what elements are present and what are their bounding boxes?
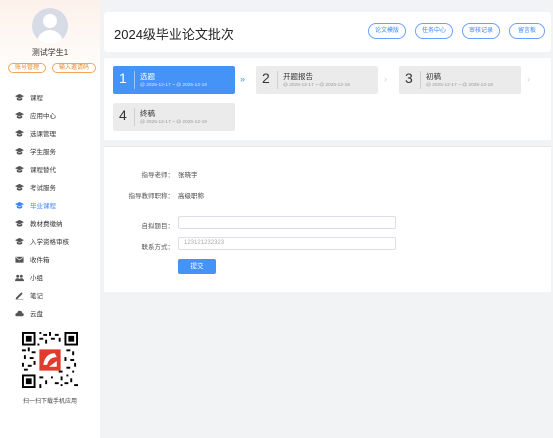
progress-steps: 1 选题 @ 2025-12-17 ~ @ 2025-12-19 » 2 开题报… — [104, 58, 551, 140]
sidebar-item-label: 毕业课程 — [30, 203, 56, 210]
review-records-button[interactable]: 审核记录 — [462, 23, 500, 39]
step-number: 4 — [119, 107, 127, 123]
task-center-button[interactable]: 任务中心 — [415, 23, 453, 39]
sidebar-item-textbook-fee[interactable]: 教材费缴纳 — [0, 214, 100, 232]
submit-button[interactable]: 提交 — [178, 259, 216, 274]
topic-label: 自拟题目： — [141, 223, 175, 230]
sidebar-item-label: 课程替代 — [30, 167, 56, 174]
sidebar-item-label: 学生服务 — [30, 149, 56, 156]
graduation-cap-icon — [15, 93, 24, 102]
sidebar-item-graduation-course[interactable]: 毕业课程 — [0, 196, 100, 214]
sidebar-item-label: 收件箱 — [30, 257, 50, 264]
inbox-icon — [15, 255, 24, 264]
step-date: @ 2025-12-17 ~ @ 2025-12-19 — [426, 83, 493, 88]
graduation-cap-icon — [15, 237, 24, 246]
graduation-cap-icon — [15, 201, 24, 210]
sidebar-item-label: 笔记 — [30, 293, 43, 300]
account-management-button[interactable]: 账号管理 — [8, 63, 46, 73]
invite-code-button[interactable]: 输入邀请码 — [52, 63, 96, 73]
step-date: @ 2025-12-17 ~ @ 2025-12-19 — [140, 120, 207, 125]
sidebar-item-exam-service[interactable]: 考试服务 — [0, 178, 100, 196]
qr-caption: 扫一扫下载手机应用 — [22, 399, 77, 405]
sidebar-item-cloud[interactable]: 云盘 — [0, 304, 100, 322]
graduation-cap-icon — [15, 129, 24, 138]
advisor-label: 指导老师： — [141, 172, 175, 179]
sidebar-item-label: 入学资格审核 — [30, 239, 69, 246]
sidebar-item-course[interactable]: 课程 — [0, 88, 100, 106]
step-final-draft[interactable]: 4 终稿 @ 2025-12-17 ~ @ 2025-12-19 — [113, 103, 235, 131]
advisor-value: 张晓宇 — [178, 172, 198, 179]
step-name: 开题报告 — [283, 72, 313, 81]
step-number: 3 — [405, 70, 413, 86]
contact-label: 联系方式： — [141, 244, 175, 251]
chevron-right-icon: › — [527, 74, 530, 84]
sidebar-item-label: 选课管理 — [30, 131, 56, 138]
group-icon — [15, 273, 24, 282]
graduation-cap-icon — [15, 111, 24, 120]
topic-input[interactable] — [178, 216, 396, 229]
cloud-icon — [15, 309, 24, 318]
sidebar-menu: 课程 应用中心 选课管理 学生服务 课程替代 考试服务 毕业课程 教材费缴纳 入… — [0, 88, 100, 322]
step-date: @ 2025-12-17 ~ @ 2025-12-19 — [283, 83, 350, 88]
step-name: 初稿 — [426, 72, 441, 81]
sidebar-item-label: 教材费缴纳 — [30, 221, 63, 228]
avatar[interactable] — [32, 8, 68, 44]
sidebar: 测试学生1 账号管理 输入邀请码 课程 应用中心 选课管理 学生服务 课程替代 … — [0, 0, 100, 438]
sidebar-item-course-substitution[interactable]: 课程替代 — [0, 160, 100, 178]
sidebar-item-label: 应用中心 — [30, 113, 56, 120]
step-topic-selection[interactable]: 1 选题 @ 2025-12-17 ~ @ 2025-12-19 — [113, 66, 235, 94]
sidebar-item-admission-review[interactable]: 入学资格审核 — [0, 232, 100, 250]
sidebar-item-group[interactable]: 小组 — [0, 268, 100, 286]
contact-input[interactable]: 123121232323 — [178, 237, 396, 250]
graduation-cap-icon — [15, 219, 24, 228]
graduation-cap-icon — [15, 165, 24, 174]
sidebar-item-label: 云盘 — [30, 311, 43, 318]
message-board-button[interactable]: 留言板 — [509, 23, 545, 39]
thesis-template-button[interactable]: 论文模版 — [368, 23, 406, 39]
step-number: 1 — [119, 70, 127, 86]
sidebar-item-notes[interactable]: 笔记 — [0, 286, 100, 304]
username: 测试学生1 — [31, 48, 69, 57]
topic-form: 指导老师： 张晓宇 指导教师职称： 高级职称 自拟题目： 联系方式： 12312… — [104, 146, 551, 292]
sidebar-item-student-service[interactable]: 学生服务 — [0, 142, 100, 160]
chevron-right-icon: › — [384, 74, 387, 84]
advisor-title-label: 指导教师职称： — [128, 193, 175, 200]
step-name: 终稿 — [140, 109, 155, 118]
page-header: 2024级毕业论文批次 论文模版 任务中心 审核记录 留言板 — [104, 12, 551, 52]
step-name: 选题 — [140, 72, 155, 81]
note-icon — [15, 291, 24, 300]
graduation-cap-icon — [15, 147, 24, 156]
sidebar-item-course-selection[interactable]: 选课管理 — [0, 124, 100, 142]
step-number: 2 — [262, 70, 270, 86]
page-title: 2024级毕业论文批次 — [114, 27, 234, 42]
step-first-draft[interactable]: 3 初稿 @ 2025-12-17 ~ @ 2025-12-19 — [399, 66, 521, 94]
sidebar-item-inbox[interactable]: 收件箱 — [0, 250, 100, 268]
step-date: @ 2025-12-17 ~ @ 2025-12-19 — [140, 83, 207, 88]
graduation-cap-icon — [15, 183, 24, 192]
advisor-title-value: 高级职称 — [178, 193, 204, 200]
sidebar-item-label: 小组 — [30, 275, 43, 282]
qr-code — [22, 332, 78, 388]
sidebar-item-app-center[interactable]: 应用中心 — [0, 106, 100, 124]
step-proposal-report[interactable]: 2 开题报告 @ 2025-12-17 ~ @ 2025-12-19 — [256, 66, 378, 94]
sidebar-item-label: 考试服务 — [30, 185, 56, 192]
sidebar-item-label: 课程 — [30, 95, 43, 102]
double-chevron-right-icon: » — [240, 74, 246, 84]
